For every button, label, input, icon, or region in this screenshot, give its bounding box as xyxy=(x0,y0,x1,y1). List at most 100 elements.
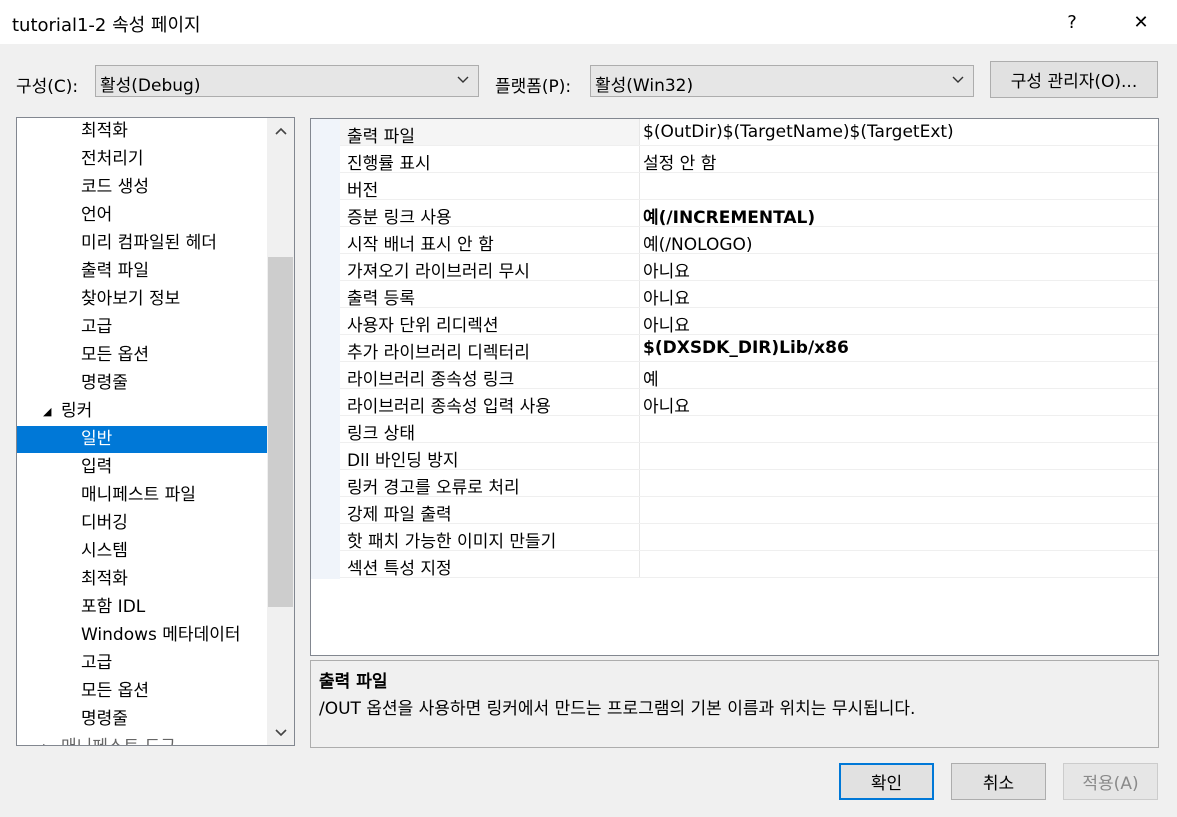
property-name-cell xyxy=(340,173,639,200)
scroll-down-button[interactable] xyxy=(267,718,294,745)
tree-item[interactable]: 명령줄 xyxy=(17,706,267,733)
tree-item[interactable]: 찾아보기 정보 xyxy=(17,286,267,313)
help-icon: ? xyxy=(1067,11,1077,33)
tree-item[interactable]: 명령줄 xyxy=(17,370,267,397)
property-name: 라이브러리 종속성 링크 xyxy=(347,370,515,390)
property-value-cell[interactable] xyxy=(639,308,1158,335)
property-name: 버전 xyxy=(347,181,379,201)
property-row[interactable]: 가져오기 라이브러리 무시 아니요 xyxy=(311,254,1158,282)
property-row[interactable]: Dll 바인딩 방지 xyxy=(311,443,1158,471)
cancel-button[interactable]: 취소 xyxy=(951,763,1046,800)
scroll-thumb[interactable] xyxy=(268,257,293,607)
tree-item[interactable]: 입력 xyxy=(17,454,267,481)
row-divider xyxy=(340,577,1158,578)
property-name: 진행률 표시 xyxy=(347,154,431,174)
property-value: 아니요 xyxy=(643,397,690,417)
tree-item[interactable]: 코드 생성 xyxy=(17,174,267,201)
property-row[interactable]: 링크 상태 xyxy=(311,416,1158,444)
property-value-cell[interactable] xyxy=(639,497,1158,524)
property-name: 출력 등록 xyxy=(347,289,415,309)
property-value-cell[interactable] xyxy=(639,146,1158,173)
property-row[interactable]: 진행률 표시 설정 안 함 xyxy=(311,146,1158,174)
description-panel: 출력 파일 /OUT 옵션을 사용하면 링커에서 만드는 프로그램의 기본 이름… xyxy=(310,660,1159,748)
tree-item[interactable]: 일반 xyxy=(17,426,267,453)
config-combobox[interactable]: 활성(Debug) xyxy=(95,65,479,97)
tree-item[interactable]: 전처리기 xyxy=(17,146,267,173)
property-row[interactable]: 라이브러리 종속성 입력 사용 아니요 xyxy=(311,389,1158,417)
property-row[interactable]: 증분 링크 사용 예(/INCREMENTAL) xyxy=(311,200,1158,228)
tree-item[interactable]: 고급 xyxy=(17,650,267,677)
window-title: tutorial1-2 속성 페이지 xyxy=(12,15,201,36)
tree-item-label: 모든 옵션 xyxy=(81,345,149,365)
property-name: 강제 파일 출력 xyxy=(347,505,452,525)
config-manager-button[interactable]: 구성 관리자(O)... xyxy=(990,61,1158,98)
tree-item[interactable]: 고급 xyxy=(17,314,267,341)
property-value-cell[interactable] xyxy=(639,443,1158,470)
tree-item[interactable]: 최적화 xyxy=(17,118,267,145)
property-value: 예(/INCREMENTAL) xyxy=(643,208,816,228)
property-row[interactable]: 시작 배너 표시 안 함 예(/NOLOGO) xyxy=(311,227,1158,255)
property-value-cell[interactable] xyxy=(639,173,1158,200)
scroll-up-button[interactable] xyxy=(267,118,294,145)
tree-item-label: 모든 옵션 xyxy=(81,681,149,701)
tree-item-label: 미리 컴파일된 헤더 xyxy=(81,233,217,253)
ok-button[interactable]: 확인 xyxy=(839,763,934,800)
property-value-cell[interactable] xyxy=(639,470,1158,497)
property-row[interactable]: 핫 패치 가능한 이미지 만들기 xyxy=(311,524,1158,552)
close-button[interactable]: ✕ xyxy=(1118,0,1164,44)
tree-item[interactable]: Windows 메타데이터 xyxy=(17,622,267,649)
apply-button[interactable]: 적용(A) xyxy=(1063,763,1158,800)
category-tree[interactable]: 최적화 전처리기 코드 생성 언어 미리 컴파일된 헤더 출력 파일 찾아보기 정보 고급 모든… xyxy=(16,117,295,746)
property-value-cell[interactable] xyxy=(639,254,1158,281)
property-row[interactable]: 섹션 특성 지정 xyxy=(311,551,1158,579)
property-value-cell[interactable] xyxy=(639,362,1158,389)
tree-item[interactable]: 포함 IDL xyxy=(17,594,267,621)
tree-item[interactable]: 모든 옵션 xyxy=(17,342,267,369)
tree-item-label: 명령줄 xyxy=(81,709,128,729)
property-value: 예(/NOLOGO) xyxy=(643,235,753,255)
tree-item-label: 일반 xyxy=(81,429,113,449)
property-value-cell[interactable] xyxy=(639,281,1158,308)
tree-scrollbar[interactable] xyxy=(267,118,294,745)
property-row[interactable]: 추가 라이브러리 디렉터리 $(DXSDK_DIR)Lib/x86 xyxy=(311,335,1158,363)
tree-item-label: 매니페스트 도구 xyxy=(61,734,176,745)
platform-label: 플랫폼(P): xyxy=(495,77,572,97)
property-value-cell[interactable] xyxy=(639,524,1158,551)
collapsed-caret-icon[interactable]: ▷ xyxy=(43,734,51,745)
tree-item[interactable]: 미리 컴파일된 헤더 xyxy=(17,230,267,257)
tree-item-label: 링커 xyxy=(61,401,93,421)
property-name: 사용자 단위 리디렉션 xyxy=(347,316,499,336)
tree-item-label: 최적화 xyxy=(81,121,128,141)
tree-item[interactable]: ▷ 매니페스트 도구 xyxy=(17,734,267,745)
tree-item[interactable]: 최적화 xyxy=(17,566,267,593)
tree-item[interactable]: 언어 xyxy=(17,202,267,229)
tree-item[interactable]: 모든 옵션 xyxy=(17,678,267,705)
tree-item[interactable]: ◢ 링커 xyxy=(17,398,267,425)
property-row[interactable]: 버전 xyxy=(311,173,1158,201)
property-row[interactable]: 출력 파일 $(OutDir)$(TargetName)$(TargetExt) xyxy=(311,119,1158,147)
tree-item[interactable]: 디버깅 xyxy=(17,510,267,537)
property-value-cell[interactable] xyxy=(639,416,1158,443)
property-value-cell[interactable] xyxy=(639,389,1158,416)
property-row[interactable]: 출력 등록 아니요 xyxy=(311,281,1158,309)
property-row[interactable]: 사용자 단위 리디렉션 아니요 xyxy=(311,308,1158,336)
property-value-cell[interactable] xyxy=(639,551,1158,578)
tree-item-label: Windows 메타데이터 xyxy=(81,625,241,645)
config-value: 활성(Debug) xyxy=(100,76,201,96)
description-text: /OUT 옵션을 사용하면 링커에서 만드는 프로그램의 기본 이름과 위치는 … xyxy=(319,699,916,719)
tree-item[interactable]: 시스템 xyxy=(17,538,267,565)
tree-item[interactable]: 출력 파일 xyxy=(17,258,267,285)
property-value: 예 xyxy=(643,370,659,390)
property-row[interactable]: 링커 경고를 오류로 처리 xyxy=(311,470,1158,498)
property-name: 섹션 특성 지정 xyxy=(347,559,452,579)
expanded-caret-icon[interactable]: ◢ xyxy=(43,398,51,425)
platform-combobox[interactable]: 활성(Win32) xyxy=(590,65,974,97)
property-grid[interactable]: 출력 파일 $(OutDir)$(TargetName)$(TargetExt) 진… xyxy=(310,118,1159,656)
property-row[interactable]: 강제 파일 출력 xyxy=(311,497,1158,525)
tree-item-label: 매니페스트 파일 xyxy=(81,485,196,505)
tree-item[interactable]: 매니페스트 파일 xyxy=(17,482,267,509)
help-button[interactable]: ? xyxy=(1049,0,1095,44)
property-row[interactable]: 라이브러리 종속성 링크 예 xyxy=(311,362,1158,390)
tree-item-label: 명령줄 xyxy=(81,373,128,393)
property-value: 아니요 xyxy=(643,289,690,309)
